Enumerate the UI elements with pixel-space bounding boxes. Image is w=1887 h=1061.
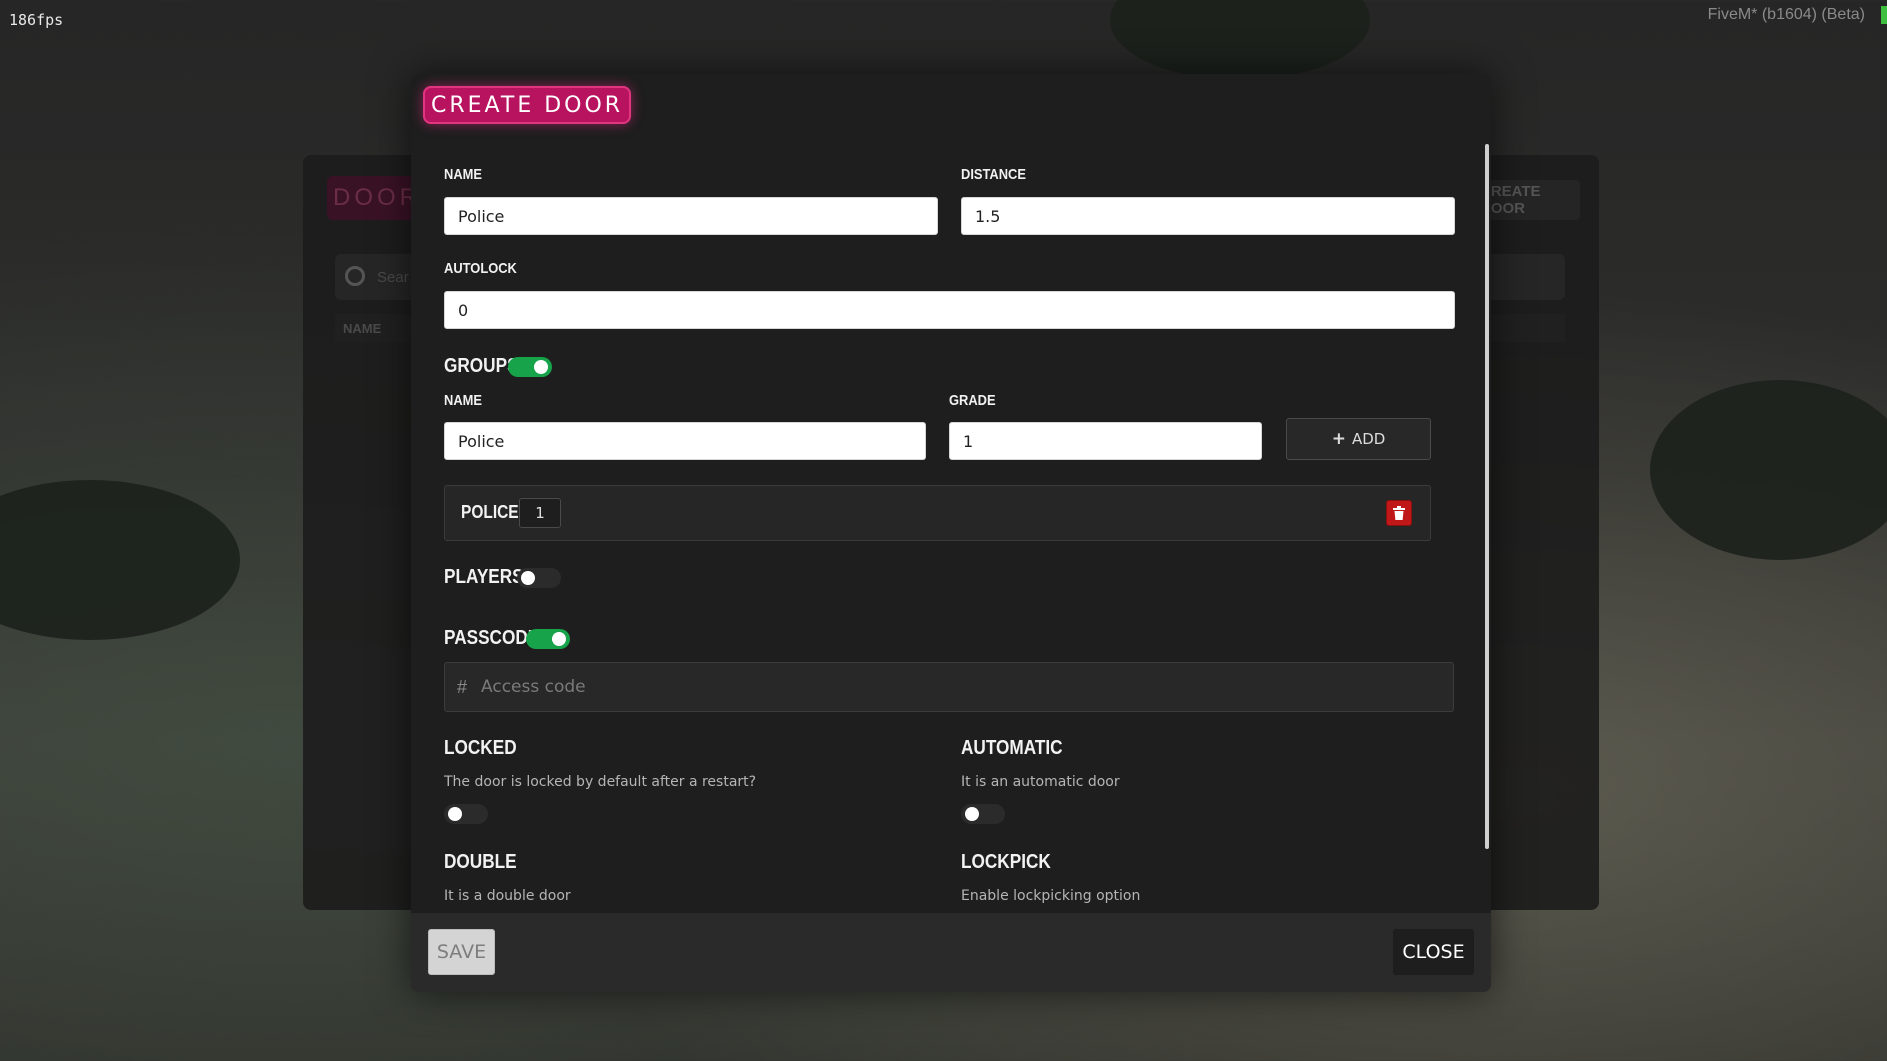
automatic-toggle[interactable]: [961, 804, 1005, 824]
trash-icon: [1393, 506, 1405, 520]
save-button[interactable]: SAVE: [428, 929, 495, 975]
name-label: NAME: [444, 166, 482, 183]
background-tree: [1110, 0, 1370, 80]
client-version: FiveM* (b1604) (Beta): [1707, 6, 1865, 23]
autolock-input[interactable]: 0: [444, 291, 1455, 329]
distance-label: DISTANCE: [961, 166, 1026, 183]
status-indicator: [1881, 6, 1887, 24]
lockpick-description: Enable lockpicking option: [961, 888, 1141, 904]
distance-input[interactable]: 1.5: [961, 197, 1455, 235]
groups-toggle[interactable]: [508, 357, 552, 377]
search-icon: [345, 266, 365, 286]
add-group-button[interactable]: + ADD: [1286, 418, 1431, 460]
toggle-knob: [448, 807, 462, 821]
name-input[interactable]: Police: [444, 197, 938, 235]
lockpick-label: LOCKPICK: [961, 851, 1051, 873]
group-grade-label: GRADE: [949, 392, 996, 409]
locked-description: The door is locked by default after a re…: [444, 774, 757, 790]
modal-footer: SAVE CLOSE: [411, 913, 1491, 992]
group-name-label: NAME: [444, 392, 482, 409]
locked-label: LOCKED: [444, 737, 517, 759]
group-list-item: POLICE 1: [444, 485, 1431, 541]
hash-icon: #: [457, 676, 468, 697]
autolock-label: AUTOLOCK: [444, 260, 517, 277]
background-tree: [0, 480, 240, 640]
add-button-label: ADD: [1351, 430, 1386, 448]
passcode-label: PASSCODE: [444, 627, 540, 649]
create-door-button-background: CREATE DOOR: [1480, 180, 1580, 220]
toggle-knob: [552, 632, 566, 646]
background-tree: [1650, 380, 1887, 560]
group-item-name: POLICE: [461, 502, 519, 522]
automatic-label: AUTOMATIC: [961, 737, 1063, 759]
plus-icon: +: [1331, 429, 1346, 449]
delete-group-button[interactable]: [1386, 500, 1412, 526]
group-grade-input[interactable]: 1: [949, 422, 1262, 460]
fps-counter: 186fps: [9, 11, 64, 29]
players-label: PLAYERS: [444, 566, 524, 588]
double-label: DOUBLE: [444, 851, 517, 873]
players-toggle[interactable]: [517, 568, 561, 588]
group-item-grade: 1: [519, 498, 561, 528]
toggle-knob: [965, 807, 979, 821]
passcode-toggle[interactable]: [526, 629, 570, 649]
close-button[interactable]: CLOSE: [1393, 929, 1474, 975]
toggle-knob: [521, 571, 535, 585]
automatic-description: It is an automatic door: [961, 774, 1120, 790]
create-door-modal: CREATE DOOR NAME Police DISTANCE 1.5 AUT…: [411, 74, 1491, 992]
passcode-placeholder: Access code: [481, 677, 586, 697]
double-description: It is a double door: [444, 888, 571, 904]
modal-title: CREATE DOOR: [423, 86, 632, 124]
modal-scrollbar[interactable]: [1485, 144, 1489, 849]
group-name-input[interactable]: Police: [444, 422, 926, 460]
toggle-knob: [534, 360, 548, 374]
locked-toggle[interactable]: [444, 804, 488, 824]
passcode-input[interactable]: # Access code: [444, 662, 1454, 712]
